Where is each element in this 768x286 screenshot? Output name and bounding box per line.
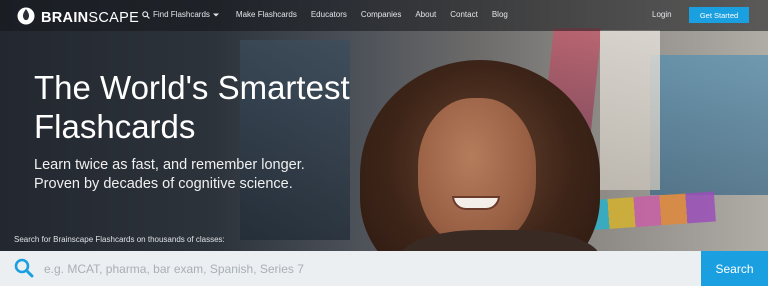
bg-blue-panel <box>650 55 768 195</box>
search-icon <box>142 10 150 19</box>
search-button[interactable]: Search <box>701 251 768 286</box>
nav-item-label: Companies <box>360 10 402 19</box>
nav-item-label: Educators <box>310 10 347 19</box>
nav-item-label: Blog <box>491 10 508 19</box>
brand-logo[interactable]: BRAINSCAPE <box>16 5 139 30</box>
subheadline-line-2: Proven by decades of cognitive science. <box>34 176 293 192</box>
headline-line-2: Flashcards <box>34 108 196 145</box>
nav-item-educators[interactable]: Educators <box>311 10 347 19</box>
search-input[interactable] <box>44 251 694 286</box>
nav-item-blog[interactable]: Blog <box>492 10 508 19</box>
get-started-button[interactable]: Get Started <box>689 7 749 23</box>
search-icon <box>14 258 34 283</box>
nav-item-companies[interactable]: Companies <box>361 10 401 19</box>
nav-item-label: Contact <box>450 10 478 19</box>
person-face <box>418 98 536 246</box>
nav-item-label: About <box>415 10 437 19</box>
hero-headline: The World's Smartest Flashcards <box>34 68 414 146</box>
search-label: Search for Brainscape Flashcards on thou… <box>14 235 225 244</box>
nav-item-label: Find Flashcards <box>153 10 210 19</box>
login-link[interactable]: Login <box>652 10 672 19</box>
caret-down-icon <box>212 13 219 16</box>
bg-sticky-notes <box>584 191 716 231</box>
hero-subheadline: Learn twice as fast, and remember longer… <box>34 156 394 194</box>
subheadline-line-1: Learn twice as fast, and remember longer… <box>34 157 305 173</box>
top-nav: BRAINSCAPE Find Flashcards Make Flashcar… <box>0 0 768 31</box>
nav-item-about[interactable]: About <box>415 10 436 19</box>
brain-flame-icon <box>16 5 36 30</box>
person-smile <box>452 196 500 210</box>
nav-item-find-flashcards[interactable]: Find Flashcards <box>142 10 222 19</box>
nav-item-make-flashcards[interactable]: Make Flashcards <box>236 10 297 19</box>
brand-name: BRAINSCAPE <box>41 9 140 26</box>
bg-bright-window <box>600 30 660 190</box>
nav-item-contact[interactable]: Contact <box>450 10 478 19</box>
nav-links: Find Flashcards Make Flashcards Educator… <box>142 10 522 19</box>
nav-item-label: Make Flashcards <box>235 10 297 19</box>
headline-line-1: The World's Smartest <box>34 69 350 106</box>
